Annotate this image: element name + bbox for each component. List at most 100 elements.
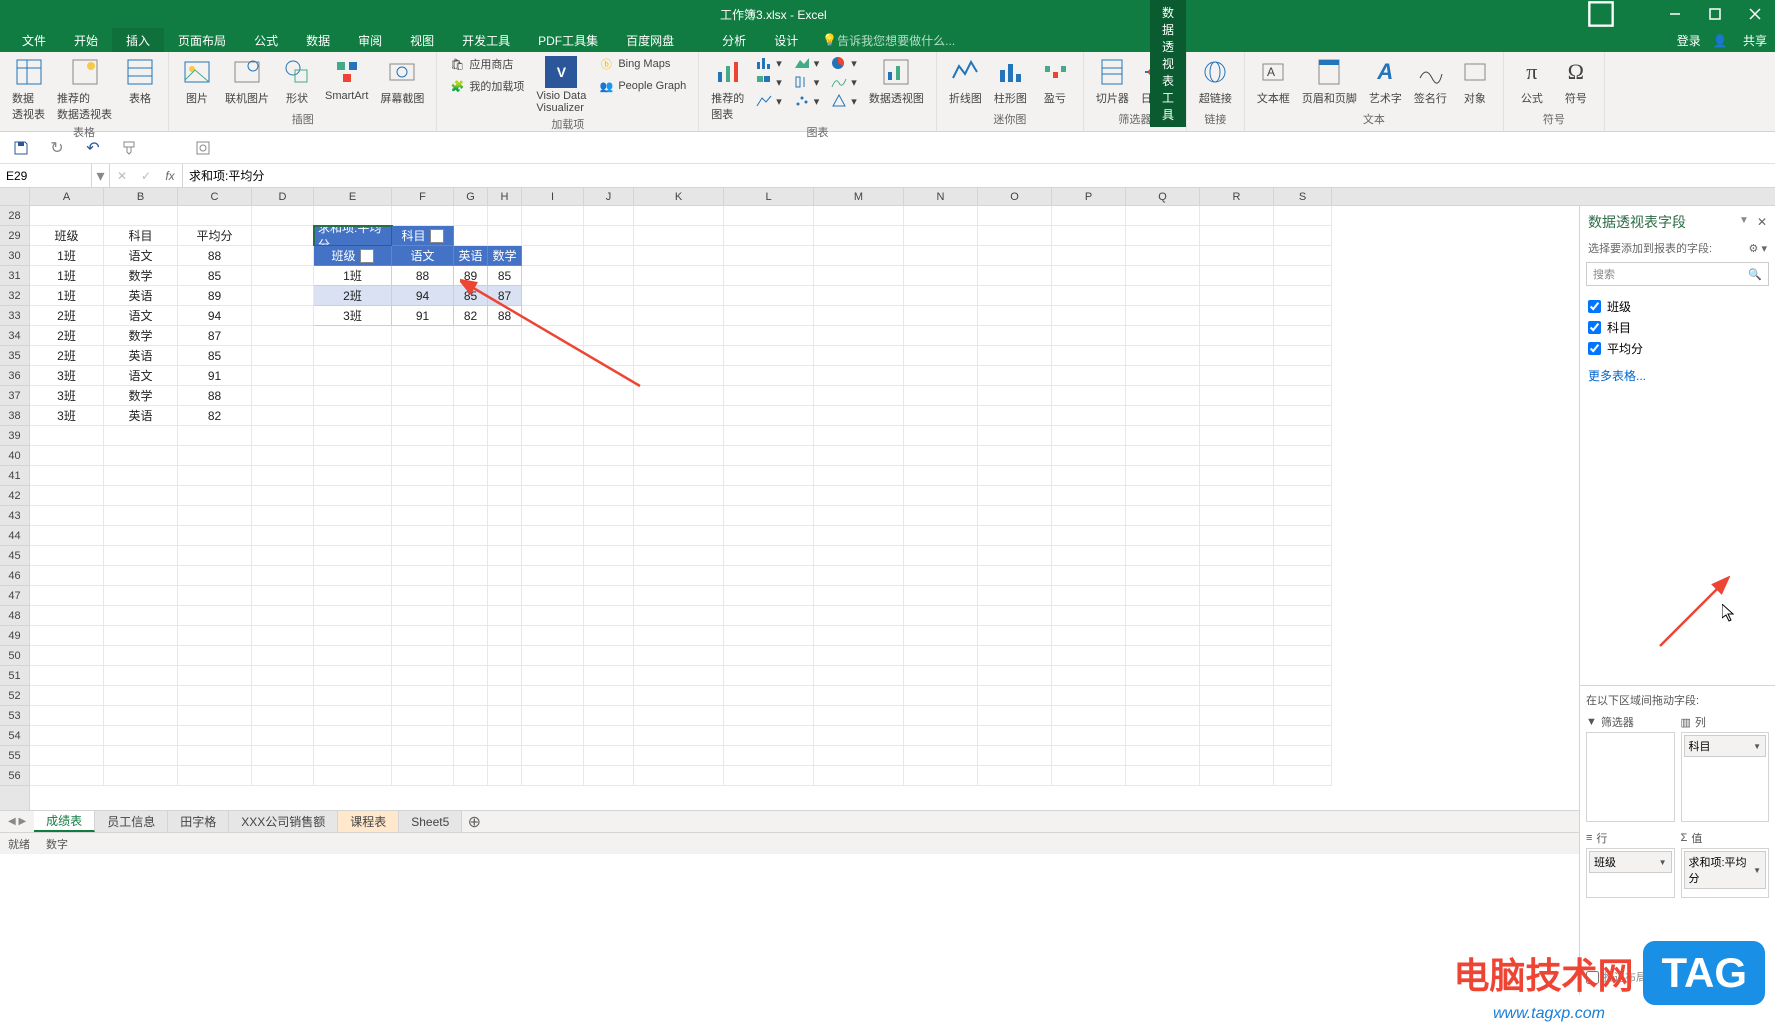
cell[interactable] <box>634 466 724 486</box>
cell[interactable] <box>488 626 522 646</box>
undo-button[interactable]: ↶ <box>84 139 102 157</box>
cell[interactable] <box>904 706 978 726</box>
cell[interactable] <box>522 286 584 306</box>
cell[interactable] <box>904 366 978 386</box>
cell[interactable] <box>104 766 178 786</box>
cell[interactable] <box>1274 446 1332 466</box>
pivot-table-button[interactable]: 数据 透视表 <box>8 54 49 124</box>
cell[interactable] <box>454 326 488 346</box>
cell[interactable] <box>30 646 104 666</box>
cell[interactable] <box>978 646 1052 666</box>
cell[interactable] <box>522 346 584 366</box>
pivot-value-cell[interactable]: 82 <box>454 306 488 326</box>
cell[interactable]: 85 <box>178 266 252 286</box>
cell[interactable] <box>30 586 104 606</box>
row-header-36[interactable]: 36 <box>0 366 29 386</box>
col-header-K[interactable]: K <box>634 188 724 205</box>
cell[interactable] <box>522 326 584 346</box>
cell[interactable] <box>904 446 978 466</box>
cell[interactable] <box>392 706 454 726</box>
row-header-35[interactable]: 35 <box>0 346 29 366</box>
field-checkbox[interactable] <box>1588 321 1601 334</box>
cell[interactable] <box>814 626 904 646</box>
cell[interactable]: 语文 <box>104 366 178 386</box>
cell[interactable] <box>1126 546 1200 566</box>
row-header-31[interactable]: 31 <box>0 266 29 286</box>
row-header-28[interactable]: 28 <box>0 206 29 226</box>
col-header-G[interactable]: G <box>454 188 488 205</box>
chart-type-4[interactable]: ▾ <box>790 54 824 72</box>
cell[interactable] <box>1274 666 1332 686</box>
cell[interactable]: 1班 <box>30 246 104 266</box>
cell[interactable] <box>1200 646 1274 666</box>
cell[interactable] <box>584 726 634 746</box>
sparkline-column-button[interactable]: 柱形图 <box>990 54 1031 108</box>
cell[interactable] <box>314 606 392 626</box>
col-header-S[interactable]: S <box>1274 188 1332 205</box>
cell[interactable] <box>724 346 814 366</box>
cell[interactable] <box>814 246 904 266</box>
cell[interactable] <box>584 606 634 626</box>
cell[interactable] <box>1052 566 1126 586</box>
cell[interactable] <box>454 366 488 386</box>
cell[interactable] <box>488 586 522 606</box>
chart-type-1[interactable]: ▾ <box>752 54 786 72</box>
col-header-O[interactable]: O <box>978 188 1052 205</box>
cell[interactable] <box>522 546 584 566</box>
cell[interactable] <box>104 706 178 726</box>
cell[interactable] <box>584 706 634 726</box>
row-header-53[interactable]: 53 <box>0 706 29 726</box>
cell[interactable] <box>252 206 314 226</box>
cell[interactable] <box>1200 706 1274 726</box>
row-header-48[interactable]: 48 <box>0 606 29 626</box>
cell[interactable] <box>978 726 1052 746</box>
col-header-I[interactable]: I <box>522 188 584 205</box>
col-header-E[interactable]: E <box>314 188 392 205</box>
cell[interactable] <box>392 686 454 706</box>
cell[interactable] <box>1274 586 1332 606</box>
cell[interactable] <box>904 326 978 346</box>
cell[interactable] <box>634 246 724 266</box>
cell[interactable] <box>392 386 454 406</box>
cell[interactable] <box>724 286 814 306</box>
cell[interactable] <box>1200 426 1274 446</box>
col-header-N[interactable]: N <box>904 188 978 205</box>
wordart-button[interactable]: A艺术字 <box>1365 54 1406 108</box>
cell[interactable] <box>1126 286 1200 306</box>
field-item-2[interactable]: 平均分 <box>1588 338 1767 359</box>
cell[interactable] <box>314 386 392 406</box>
cell[interactable] <box>522 646 584 666</box>
cell[interactable] <box>314 646 392 666</box>
ribbon-display-options-icon[interactable] <box>1587 0 1615 28</box>
save-button[interactable] <box>12 139 30 157</box>
enter-formula-button[interactable]: ✓ <box>134 169 158 183</box>
cell[interactable] <box>1200 506 1274 526</box>
worksheet-grid[interactable]: 班级科目平均分求和项:平均分科目▾1班语文88班级▾语文英语数学1班数学851班… <box>30 206 1757 810</box>
cell[interactable] <box>978 686 1052 706</box>
cell[interactable] <box>454 206 488 226</box>
cell[interactable] <box>634 726 724 746</box>
cell[interactable] <box>904 266 978 286</box>
cell[interactable] <box>1052 586 1126 606</box>
cell[interactable] <box>978 626 1052 646</box>
cell[interactable] <box>634 426 724 446</box>
cell[interactable] <box>634 566 724 586</box>
field-pane-dropdown-icon[interactable]: ▼ <box>1739 215 1749 229</box>
cell[interactable] <box>522 426 584 446</box>
cell[interactable] <box>904 726 978 746</box>
cell[interactable] <box>978 746 1052 766</box>
pictures-button[interactable]: 图片 <box>177 54 217 108</box>
cell[interactable] <box>1274 746 1332 766</box>
maximize-button[interactable] <box>1695 0 1735 28</box>
cell[interactable] <box>584 686 634 706</box>
cell[interactable] <box>634 766 724 786</box>
cell[interactable] <box>1052 306 1126 326</box>
cell[interactable] <box>814 506 904 526</box>
bing-maps-button[interactable]: ⓑBing Maps <box>594 54 690 74</box>
cell[interactable] <box>978 266 1052 286</box>
pivot-row-field-cell[interactable]: 班级▾ <box>314 246 392 266</box>
cell[interactable] <box>584 646 634 666</box>
chart-type-6[interactable]: ▾ <box>790 92 824 110</box>
cell[interactable] <box>454 506 488 526</box>
cell[interactable] <box>978 306 1052 326</box>
